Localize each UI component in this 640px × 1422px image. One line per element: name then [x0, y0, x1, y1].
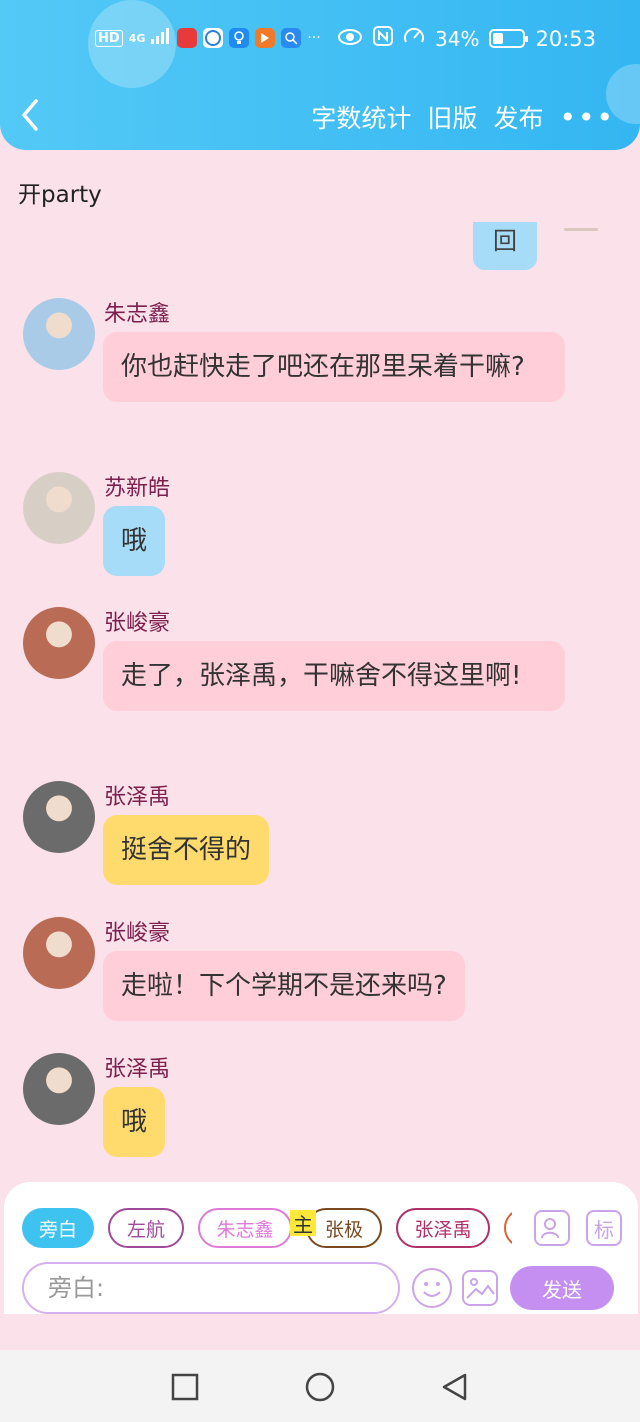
- search-app-icon: [281, 28, 302, 48]
- message-bubble[interactable]: 挺舍不得的: [103, 815, 270, 885]
- clock: 20:53: [535, 26, 596, 51]
- role-chip[interactable]: 朱志鑫: [198, 1208, 292, 1248]
- highlight-char: 主: [290, 1210, 316, 1237]
- partial-divider: [564, 228, 598, 231]
- back-button[interactable]: [20, 95, 50, 135]
- message-input[interactable]: 旁白:: [22, 1262, 400, 1314]
- battery-fill: [493, 33, 503, 44]
- partial-message-text: 回: [493, 227, 517, 255]
- recent-apps-icon[interactable]: [170, 1372, 200, 1402]
- role-chip[interactable]: 左航: [108, 1208, 184, 1248]
- status-bar: HD 4G ··· 34% 20:53: [0, 24, 640, 58]
- role-chip[interactable]: 张极: [306, 1208, 382, 1248]
- status-icons-left: HD 4G ···: [95, 28, 321, 48]
- huawei-app-icon: [177, 28, 198, 48]
- mark-button[interactable]: 标: [586, 1210, 622, 1246]
- toolbar: 字数统计 旧版 发布 •••: [0, 95, 640, 141]
- message-bubble[interactable]: 哦: [103, 1087, 166, 1157]
- status-icons-right: 34% 20:53: [337, 26, 596, 51]
- role-select-button[interactable]: [534, 1210, 570, 1246]
- message-bubble[interactable]: 哦: [103, 506, 166, 576]
- more-notifications-icon: ···: [307, 30, 321, 46]
- message-sender: 苏新皓: [104, 476, 171, 501]
- old-version-button[interactable]: 旧版: [427, 99, 477, 135]
- message-sender: 朱志鑫: [104, 302, 171, 327]
- role-chip[interactable]: 张泽禹: [396, 1208, 490, 1248]
- avatar[interactable]: [23, 607, 95, 679]
- message-bubble[interactable]: 你也赶快走了吧还在那里呆着干嘛?: [103, 332, 565, 402]
- message-sender: 张泽禹: [104, 785, 171, 810]
- message-bubble[interactable]: 走了，张泽禹，干嘛舍不得这里啊!: [103, 641, 565, 711]
- app-header: HD 4G ··· 34% 20:53 字数统计 旧版 发布 •••: [0, 0, 640, 150]
- signal-icon: [151, 28, 171, 48]
- more-button[interactable]: •••: [559, 101, 615, 134]
- system-nav-bar: [0, 1350, 640, 1422]
- hd-label: HD: [95, 29, 123, 47]
- publish-button[interactable]: 发布: [493, 99, 543, 135]
- battery-icon: [489, 29, 529, 48]
- image-icon: [466, 1278, 495, 1299]
- avatar[interactable]: [23, 472, 95, 544]
- avatar[interactable]: [23, 298, 95, 370]
- send-button[interactable]: 发送: [510, 1266, 614, 1310]
- home-icon[interactable]: [304, 1372, 335, 1402]
- speed-icon: [403, 26, 425, 51]
- nfc-icon: [373, 26, 394, 51]
- battery-percent: 34%: [435, 26, 480, 51]
- network-label: 4G: [128, 31, 146, 45]
- input-panel: 旁白 左航 朱志鑫 张极 张泽禹 标 旁白: 发送: [4, 1182, 638, 1314]
- smile-icon: [423, 1282, 441, 1297]
- back-triangle-icon[interactable]: [440, 1372, 470, 1402]
- avatar[interactable]: [23, 917, 95, 989]
- back-chevron-icon: [22, 99, 38, 131]
- message-sender: 张峻豪: [104, 611, 171, 636]
- chat-list[interactable]: 回 朱志鑫 你也赶快走了吧还在那里呆着干嘛? 苏新皓 哦 张峻豪 走了，张泽禹，…: [0, 222, 640, 1182]
- message-sender: 张泽禹: [104, 1057, 171, 1082]
- word-count-button[interactable]: 字数统计: [311, 99, 411, 135]
- browser-app-icon: [203, 28, 224, 48]
- bulb-app-icon: [229, 28, 250, 48]
- toolbar-actions: 字数统计 旧版 发布 •••: [311, 99, 615, 135]
- person-icon: [541, 1218, 559, 1239]
- message-sender: 张峻豪: [104, 921, 171, 946]
- chat-title: 开party: [18, 182, 102, 208]
- eye-icon: [337, 27, 363, 51]
- role-chip-bar[interactable]: 旁白 左航 朱志鑫 张极 张泽禹: [22, 1208, 512, 1248]
- emoji-button[interactable]: [412, 1268, 452, 1308]
- role-chip-narrator[interactable]: 旁白: [22, 1208, 94, 1248]
- partial-message-bubble: 回: [473, 222, 537, 270]
- avatar[interactable]: [23, 781, 95, 853]
- role-chip[interactable]: [504, 1208, 512, 1248]
- image-button[interactable]: [462, 1270, 498, 1306]
- message-bubble[interactable]: 走啦！下个学期不是还来吗?: [103, 951, 465, 1021]
- video-app-icon: [255, 28, 276, 48]
- avatar[interactable]: [23, 1053, 95, 1125]
